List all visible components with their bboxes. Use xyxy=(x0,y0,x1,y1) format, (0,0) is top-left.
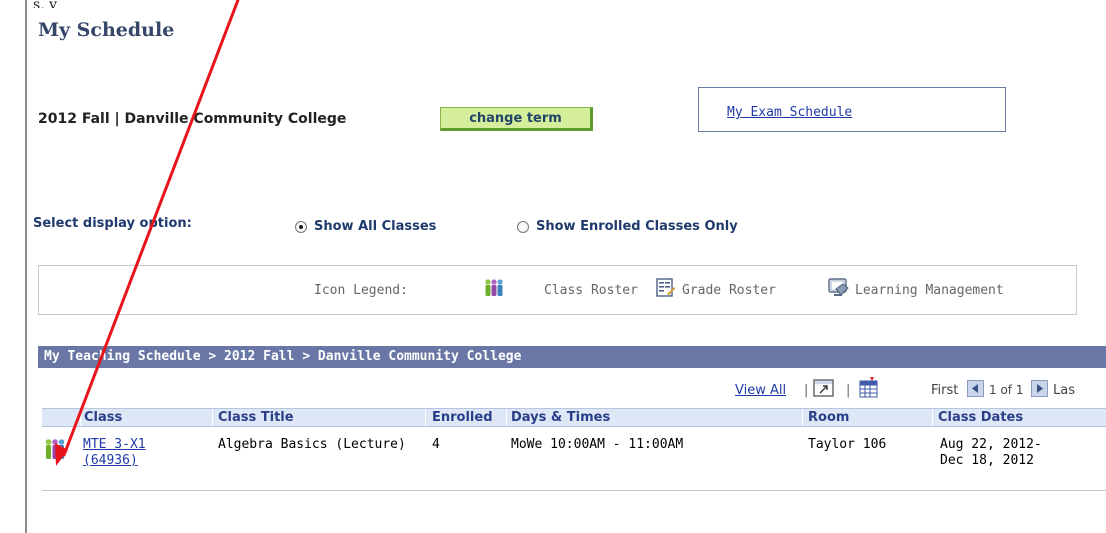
class-title: Algebra Basics (Lecture) xyxy=(218,437,406,452)
grade-roster-legend-label: Grade Roster xyxy=(682,283,776,298)
column-header-class[interactable]: Class xyxy=(84,410,122,425)
page-title: My Schedule xyxy=(38,19,175,41)
class-section-code[interactable]: MTE 3-X1 xyxy=(83,437,146,452)
room: Taylor 106 xyxy=(808,437,887,452)
days-times: MoWe 10:00AM - 11:00AM xyxy=(511,437,684,452)
class-roster-legend-label: Class Roster xyxy=(544,283,638,298)
grid-navigation: View All | | First 1 of 1 Las xyxy=(0,377,1106,402)
learning-management-icon xyxy=(828,278,850,298)
column-header-room[interactable]: Room xyxy=(808,410,849,425)
column-header-enrolled[interactable]: Enrolled xyxy=(432,410,493,425)
cropped-text: s, y xyxy=(33,0,57,8)
download-spreadsheet-icon[interactable] xyxy=(858,377,880,399)
term-label: 2012 Fall | Danville Community College xyxy=(38,111,347,127)
column-header-class-dates[interactable]: Class Dates xyxy=(938,410,1023,425)
exam-schedule-box: My Exam Schedule xyxy=(698,87,1006,132)
first-page-link[interactable]: First xyxy=(931,383,958,398)
radio-unselected-icon[interactable] xyxy=(517,220,529,233)
page-counter: 1 of 1 xyxy=(989,383,1024,397)
class-dates-start: Aug 22, 2012- xyxy=(940,437,1042,452)
class-dates-end: Dec 18, 2012 xyxy=(940,453,1034,468)
schedule-column-headers: Class Class Title Enrolled Days & Times … xyxy=(42,408,1106,427)
table-row: MTE 3-X1 (64936) Algebra Basics (Lecture… xyxy=(0,437,1106,477)
my-exam-schedule-link[interactable]: My Exam Schedule xyxy=(727,105,852,120)
enrolled-count: 4 xyxy=(432,437,440,452)
next-page-icon[interactable] xyxy=(1031,380,1048,397)
class-section-link[interactable]: MTE 3-X1 (64936) xyxy=(83,437,146,469)
class-dates: Aug 22, 2012- Dec 18, 2012 xyxy=(940,437,1042,469)
show-enrolled-only-label[interactable]: Show Enrolled Classes Only xyxy=(536,219,738,234)
display-option-label: Select display option: xyxy=(33,216,192,231)
teaching-schedule-header: My Teaching Schedule > 2012 Fall > Danvi… xyxy=(38,346,1106,368)
previous-page-icon[interactable] xyxy=(967,380,984,397)
show-all-classes-radio[interactable]: Show All Classes xyxy=(295,219,436,234)
grade-roster-icon xyxy=(656,278,676,298)
class-roster-icon[interactable] xyxy=(44,437,66,461)
nav-separator: | xyxy=(804,383,809,398)
change-term-button[interactable]: change term xyxy=(440,107,593,131)
learning-management-legend-label: Learning Management xyxy=(855,283,1004,298)
show-all-classes-label[interactable]: Show All Classes xyxy=(314,219,436,234)
column-header-class-title[interactable]: Class Title xyxy=(218,410,294,425)
zoom-grid-icon[interactable] xyxy=(813,379,835,399)
icon-legend-title: Icon Legend: xyxy=(314,283,408,298)
show-enrolled-only-radio[interactable]: Show Enrolled Classes Only xyxy=(517,219,738,234)
view-all-link[interactable]: View All xyxy=(735,383,786,398)
class-section-number[interactable]: (64936) xyxy=(83,453,138,468)
radio-selected-icon[interactable] xyxy=(295,220,307,233)
row-divider xyxy=(42,490,1106,491)
last-page-link[interactable]: Las xyxy=(1053,383,1075,398)
nav-separator: | xyxy=(846,383,851,398)
column-header-days-times[interactable]: Days & Times xyxy=(511,410,610,425)
class-roster-icon xyxy=(484,278,504,298)
icon-legend: Icon Legend: Class Roster Grade Roster L… xyxy=(38,265,1077,315)
